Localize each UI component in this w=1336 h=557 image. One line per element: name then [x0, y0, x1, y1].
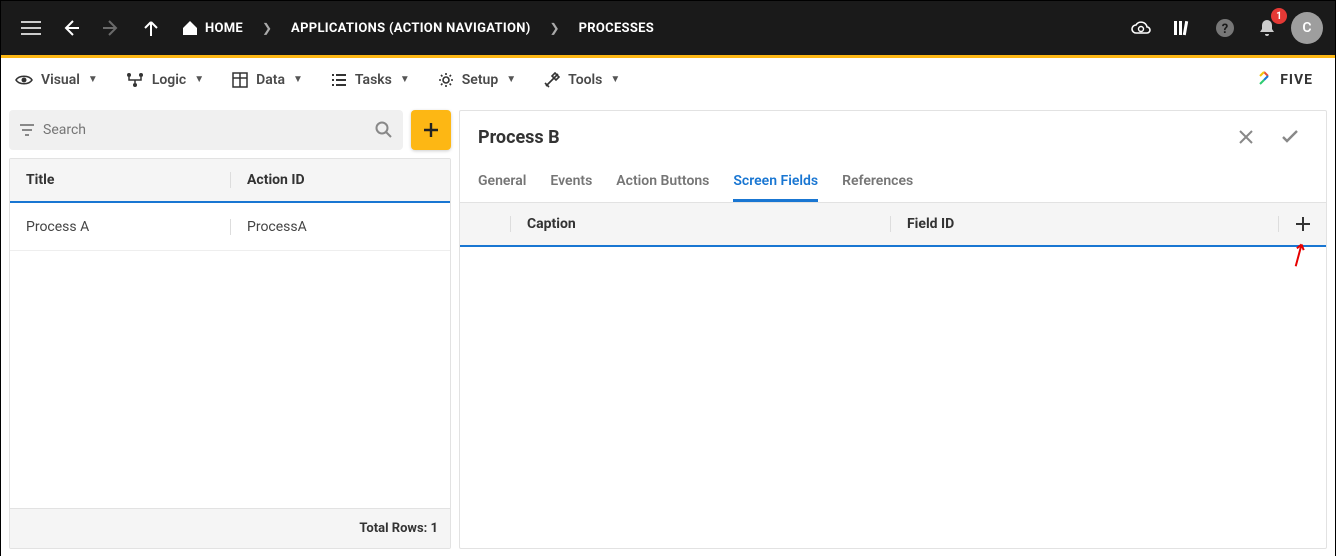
add-button[interactable]	[411, 110, 451, 150]
main: Title Action ID Process A ProcessA Total…	[1, 102, 1335, 557]
back-icon[interactable]	[53, 10, 89, 46]
col-actionid[interactable]: Action ID	[230, 172, 450, 188]
search-icon[interactable]	[375, 121, 393, 139]
cloud-icon[interactable]	[1123, 10, 1159, 46]
brand-logo: FIVE	[1254, 70, 1321, 90]
logo-text: FIVE	[1280, 72, 1313, 88]
search-input[interactable]	[43, 122, 375, 138]
chevron-down-icon: ▼	[194, 74, 204, 85]
toolbar-visual-label: Visual	[41, 72, 80, 88]
grid-header: Title Action ID	[10, 159, 450, 203]
breadcrumb-applications[interactable]: APPLICATIONS (ACTION NAVIGATION)	[283, 21, 539, 36]
breadcrumb-home[interactable]: HOME	[173, 20, 251, 36]
table-icon	[232, 72, 248, 88]
home-icon	[181, 20, 199, 36]
confirm-button[interactable]	[1272, 119, 1308, 155]
toolbar-logic-label: Logic	[152, 72, 186, 88]
tab-screen-fields[interactable]: Screen Fields	[733, 173, 818, 202]
tabs: General Events Action Buttons Screen Fie…	[460, 163, 1326, 203]
tab-action-buttons[interactable]: Action Buttons	[616, 173, 709, 202]
tab-general[interactable]: General	[478, 173, 526, 202]
col-fieldid[interactable]: Field ID	[890, 216, 1278, 232]
chevron-down-icon: ▼	[506, 74, 516, 85]
plus-icon	[1295, 216, 1311, 232]
col-actionid-label: Action ID	[247, 172, 305, 188]
fields-grid-body	[460, 247, 1326, 548]
forward-icon[interactable]	[93, 10, 129, 46]
col-title[interactable]: Title	[10, 172, 230, 188]
col-add	[1278, 216, 1326, 232]
topbar: HOME ❯ APPLICATIONS (ACTION NAVIGATION) …	[1, 1, 1335, 55]
col-caption-label: Caption	[527, 216, 576, 232]
detail-header: Process B	[460, 111, 1326, 163]
close-icon	[1238, 129, 1254, 145]
search-box	[9, 110, 403, 150]
chevron-down-icon: ▼	[293, 74, 303, 85]
help-icon[interactable]: ?	[1207, 10, 1243, 46]
topbar-left: HOME ❯ APPLICATIONS (ACTION NAVIGATION) …	[13, 10, 662, 46]
plus-icon	[422, 121, 440, 139]
tab-references[interactable]: References	[842, 173, 913, 202]
up-icon[interactable]	[133, 10, 169, 46]
page-title: Process B	[478, 127, 560, 148]
toolbar-data[interactable]: Data ▼	[232, 72, 303, 88]
toolbar: Visual ▼ Logic ▼ Data ▼ Tasks ▼ Setup ▼ Tools…	[1, 58, 1335, 102]
breadcrumb-processes[interactable]: PROCESSES	[571, 21, 663, 36]
chevron-sep-icon: ❯	[255, 21, 279, 35]
toolbar-tools-label: Tools	[568, 72, 602, 88]
toolbar-tools[interactable]: Tools ▼	[544, 72, 620, 88]
table-row[interactable]: Process A ProcessA	[10, 203, 450, 251]
grid-body: Process A ProcessA	[10, 203, 450, 508]
toolbar-data-label: Data	[256, 72, 285, 88]
notification-badge: 1	[1271, 8, 1287, 24]
toolbar-tasks[interactable]: Tasks ▼	[331, 72, 410, 88]
gear-icon	[438, 72, 454, 88]
close-button[interactable]	[1228, 119, 1264, 155]
avatar[interactable]: C	[1291, 12, 1323, 44]
logic-icon	[126, 72, 144, 88]
chevron-down-icon: ▼	[88, 74, 98, 85]
cell-title: Process A	[10, 219, 230, 235]
chevron-sep-icon: ❯	[543, 21, 567, 35]
cell-actionid: ProcessA	[230, 219, 450, 235]
eye-icon	[15, 74, 33, 86]
library-icon[interactable]	[1165, 10, 1201, 46]
chevron-down-icon: ▼	[400, 74, 410, 85]
breadcrumb-applications-label: APPLICATIONS (ACTION NAVIGATION)	[291, 21, 531, 36]
svg-text:?: ?	[1222, 22, 1228, 37]
left-panel: Title Action ID Process A ProcessA Total…	[9, 110, 451, 549]
toolbar-setup[interactable]: Setup ▼	[438, 72, 516, 88]
grid-footer: Total Rows: 1	[10, 508, 450, 548]
right-panel: Process B General Events Action Buttons …	[459, 110, 1327, 549]
process-grid: Title Action ID Process A ProcessA Total…	[9, 158, 451, 549]
search-row	[9, 110, 451, 150]
col-fieldid-label: Field ID	[907, 216, 954, 232]
notification-icon[interactable]: 1	[1249, 10, 1285, 46]
toolbar-setup-label: Setup	[462, 72, 498, 88]
home-label: HOME	[205, 21, 243, 36]
filter-icon[interactable]	[19, 124, 35, 136]
total-rows-label: Total Rows: 1	[359, 521, 438, 536]
check-icon	[1281, 130, 1299, 144]
tools-icon	[544, 72, 560, 88]
add-field-button[interactable]	[1295, 216, 1311, 232]
col-title-label: Title	[26, 172, 54, 188]
toolbar-visual[interactable]: Visual ▼	[15, 72, 98, 88]
chevron-down-icon: ▼	[610, 74, 620, 85]
toolbar-tasks-label: Tasks	[355, 72, 392, 88]
fields-grid-header: Caption Field ID	[460, 203, 1326, 247]
tab-events[interactable]: Events	[550, 173, 592, 202]
detail-header-actions	[1228, 119, 1308, 155]
col-caption[interactable]: Caption	[510, 216, 890, 232]
toolbar-logic[interactable]: Logic ▼	[126, 72, 204, 88]
breadcrumb-processes-label: PROCESSES	[579, 21, 655, 36]
topbar-right: ? 1 C	[1123, 10, 1323, 46]
list-icon	[331, 73, 347, 87]
avatar-letter: C	[1302, 20, 1311, 36]
logo-icon	[1254, 70, 1274, 90]
menu-icon[interactable]	[13, 10, 49, 46]
